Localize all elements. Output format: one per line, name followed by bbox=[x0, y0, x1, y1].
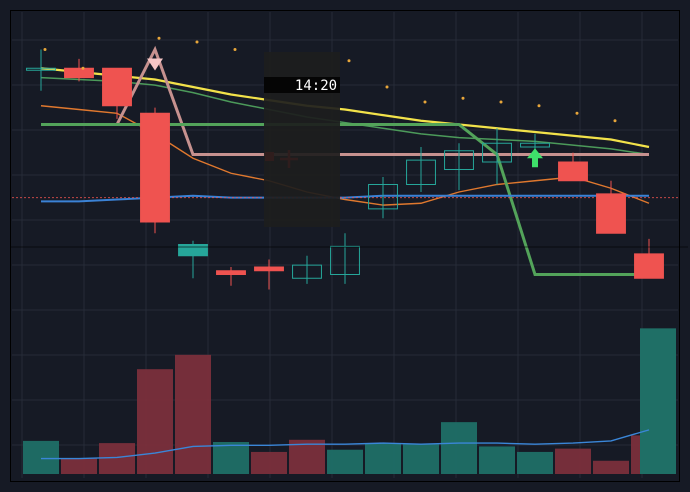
volume-bar bbox=[213, 442, 249, 474]
ma-line-green bbox=[40, 76, 650, 156]
volume-bar bbox=[403, 444, 439, 474]
dot-marker bbox=[43, 48, 47, 51]
dot-marker bbox=[385, 85, 389, 89]
dot-marker bbox=[81, 66, 85, 70]
volume-bar bbox=[23, 440, 59, 474]
volume-bar bbox=[175, 354, 211, 474]
candle-body bbox=[102, 67, 132, 107]
candlestick-chart[interactable]: 14:20 bbox=[0, 0, 690, 492]
dot-marker bbox=[423, 100, 427, 104]
volume-panel bbox=[23, 328, 676, 474]
candle-body bbox=[64, 67, 94, 79]
dot-marker bbox=[233, 48, 237, 51]
candle-body bbox=[634, 253, 664, 279]
volume-bar bbox=[137, 369, 173, 474]
volume-bar bbox=[517, 451, 553, 474]
signal-line-pink bbox=[41, 45, 649, 156]
candle-body bbox=[178, 244, 208, 257]
dot-marker bbox=[195, 40, 199, 44]
dot-marker bbox=[499, 100, 503, 104]
volume-bar bbox=[640, 328, 676, 474]
dot-marker bbox=[157, 36, 161, 40]
candle-body bbox=[216, 270, 246, 275]
blue-indicator-line bbox=[41, 194, 649, 203]
volume-bar bbox=[441, 422, 477, 474]
volume-bar bbox=[593, 460, 629, 474]
dot-marker bbox=[537, 104, 541, 108]
volume-bar bbox=[61, 458, 97, 474]
crosshair: 14:20 bbox=[264, 52, 340, 227]
candle-body bbox=[254, 266, 284, 272]
volume-bar bbox=[251, 451, 287, 474]
volume-bar bbox=[555, 448, 591, 474]
volume-bar bbox=[365, 443, 401, 474]
ma-line-yellow bbox=[40, 67, 650, 149]
chart-canvas[interactable]: 14:20 bbox=[0, 0, 690, 492]
dot-marker bbox=[575, 111, 579, 115]
arrow-up-icon bbox=[527, 148, 543, 168]
volume-bar bbox=[99, 443, 135, 474]
candle-body bbox=[596, 193, 626, 234]
dot-marker bbox=[347, 59, 351, 63]
candle-body bbox=[140, 112, 170, 223]
volume-bar bbox=[327, 449, 363, 474]
volume-bar bbox=[479, 446, 515, 474]
crosshair-time-label: 14:20 bbox=[295, 78, 337, 94]
dot-marker bbox=[613, 119, 617, 123]
dot-marker bbox=[461, 96, 465, 100]
candle-body bbox=[558, 161, 588, 182]
